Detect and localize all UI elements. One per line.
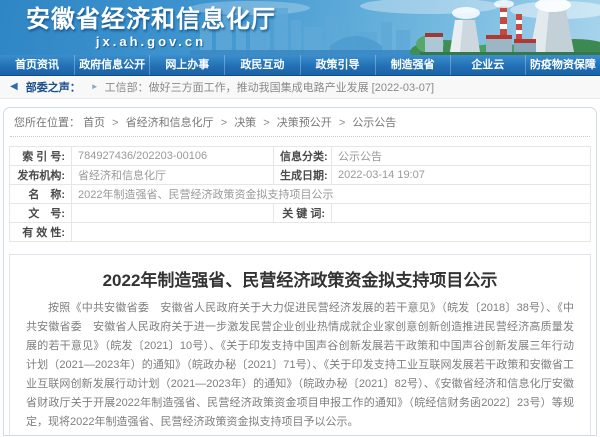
content-container: 您所在位置： 首页 > 省经济和信息化厅 > 决策 > 决策预公开 > 公示公告… xyxy=(3,107,597,436)
article-paragraph: 按照《中共安徽省委 安徽省人民政府关于大力促进民营经济发展的若干意见》（皖发〔2… xyxy=(26,299,574,432)
meta-row-validity: 有 效 性: xyxy=(10,223,591,242)
breadcrumb-pre-disclosure[interactable]: 决策预公开 xyxy=(277,117,332,129)
site-brand: 安徽省经济和信息化厅 jx.ah.gov.cn xyxy=(26,6,276,50)
main-nav: 首页资讯 政府信息公开 网上办事 政民互动 政策引导 制造强省 企业云 防疫物资… xyxy=(0,55,600,76)
nav-item-home-news[interactable]: 首页资讯 xyxy=(0,55,74,75)
breadcrumb-announcements[interactable]: 公示公告 xyxy=(352,117,396,129)
article: 2022年制造强省、民营经济政策资金拟支持项目公示 按照《中共安徽省委 安徽省人… xyxy=(9,254,591,436)
arrow-right-icon: ► xyxy=(91,83,99,91)
breadcrumb-department[interactable]: 省经济和信息化厅 xyxy=(126,117,214,129)
meta-row-org-date: 发布机构: 省经济和信息化厅 生成日期: 2022-03-14 19:07 xyxy=(10,166,591,185)
meta-value-keyword xyxy=(332,204,591,223)
site-title: 安徽省经济和信息化厅 xyxy=(26,6,276,34)
breadcrumb: 您所在位置： 首页 > 省经济和信息化厅 > 决策 > 决策预公开 > 公示公告 xyxy=(4,108,596,134)
site-url: jx.ah.gov.cn xyxy=(26,34,276,50)
breadcrumb-home[interactable]: 首页 xyxy=(83,117,105,129)
nav-item-epidemic-supplies[interactable]: 防疫物资保障 xyxy=(525,55,600,75)
meta-value-index: 784927436/202203-00106 xyxy=(72,147,274,166)
meta-value-date: 2022-03-14 19:07 xyxy=(332,166,591,185)
meta-value-validity xyxy=(72,223,591,242)
meta-label-date: 生成日期: xyxy=(274,166,332,185)
breadcrumb-separator: > xyxy=(221,117,227,129)
meta-value-name: 2022年制造强省、民营经济政策资金拟支持项目公示 xyxy=(72,185,591,204)
breadcrumb-decisions[interactable]: 决策 xyxy=(234,117,256,129)
breadcrumb-separator: > xyxy=(339,117,345,129)
nav-item-online-services[interactable]: 网上办事 xyxy=(149,55,224,75)
dotted-divider xyxy=(10,136,590,137)
nav-item-policy-guidance[interactable]: 政策引导 xyxy=(300,55,375,75)
meta-row-docnum-keyword: 文 号: 关 键 词: xyxy=(10,204,591,223)
document-meta-table: 索 引 号: 784927436/202203-00106 信息分类: 公示公告… xyxy=(9,146,591,242)
meta-label-keyword: 关 键 词: xyxy=(274,204,332,223)
page: 安徽省经济和信息化厅 jx.ah.gov.cn 首页资讯 政府信息公开 网上办事… xyxy=(0,0,600,436)
meta-row-index-category: 索 引 号: 784927436/202203-00106 信息分类: 公示公告 xyxy=(10,147,591,166)
nav-item-enterprise-cloud[interactable]: 企业云 xyxy=(450,55,525,75)
meta-label-org: 发布机构: xyxy=(10,166,72,185)
breadcrumb-prefix: 您所在位置： xyxy=(14,117,80,129)
meta-value-org: 省经济和信息化厅 xyxy=(72,166,274,185)
meta-label-validity: 有 效 性: xyxy=(10,223,72,242)
breadcrumb-separator: > xyxy=(263,117,269,129)
meta-value-category: 公示公告 xyxy=(332,147,591,166)
breadcrumb-separator: > xyxy=(112,117,118,129)
nav-item-manufacturing-province[interactable]: 制造强省 xyxy=(375,55,450,75)
speaker-icon: ◀ xyxy=(10,82,18,92)
article-title: 2022年制造强省、民营经济政策资金拟支持项目公示 xyxy=(26,269,574,293)
meta-row-name: 名 称: 2022年制造强省、民营经济政策资金拟支持项目公示 xyxy=(10,185,591,204)
meta-label-docnum: 文 号: xyxy=(10,204,72,223)
news-ticker: ◀ 部委之声： ► 工信部：做好三方面工作，推动我国集成电路产业发展 [2022… xyxy=(0,76,600,99)
meta-label-index: 索 引 号: xyxy=(10,147,72,166)
ticker-label: 部委之声： xyxy=(26,79,81,95)
meta-label-name: 名 称: xyxy=(10,185,72,204)
meta-value-docnum xyxy=(72,204,274,223)
nav-item-gov-info-disclosure[interactable]: 政府信息公开 xyxy=(74,55,149,75)
nav-item-public-interaction[interactable]: 政民互动 xyxy=(224,55,299,75)
site-header: 安徽省经济和信息化厅 jx.ah.gov.cn xyxy=(0,0,600,55)
meta-label-category: 信息分类: xyxy=(274,147,332,166)
ticker-news-link[interactable]: 工信部：做好三方面工作，推动我国集成电路产业发展 [2022-03-07] xyxy=(105,79,434,95)
